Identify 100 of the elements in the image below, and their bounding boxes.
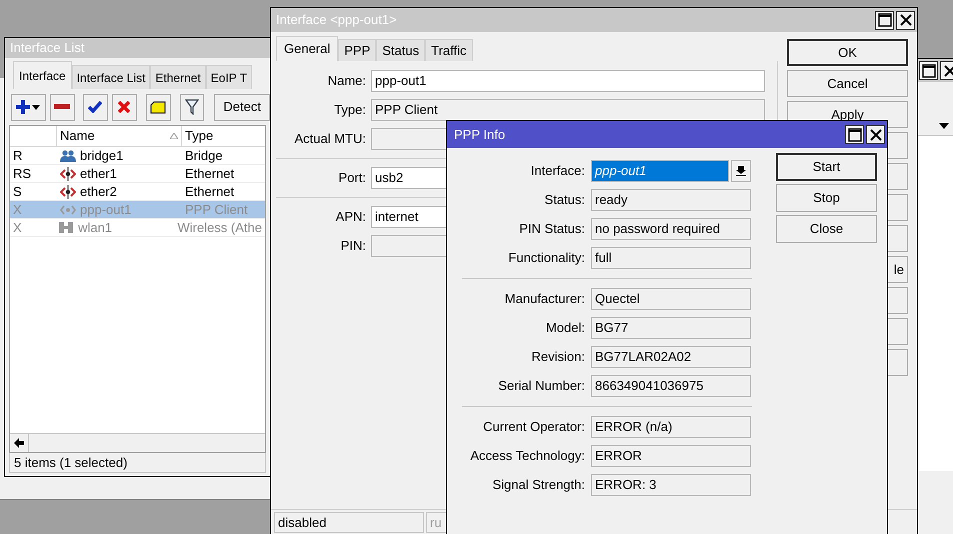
tab[interactable]: Interface [13, 61, 72, 89]
column-header[interactable]: Type [185, 126, 214, 146]
input-field: 866349041036975 [591, 375, 751, 397]
add-button[interactable] [11, 94, 46, 120]
field-label: Manufacturer: [504, 290, 585, 308]
status-field: disabled [274, 512, 424, 533]
input-field: full [591, 247, 751, 269]
input-field[interactable]: PPP Client [371, 99, 765, 121]
field-label: PIN: [340, 237, 366, 256]
close-icon [898, 12, 914, 28]
caret-icon [939, 122, 949, 128]
tab[interactable]: Status [376, 39, 426, 61]
input-field: ERROR: 3 [591, 474, 751, 496]
arrows-icon [60, 166, 76, 180]
maximize-icon [876, 12, 892, 28]
funnel-icon [184, 99, 199, 115]
tab[interactable]: EoIP T [206, 65, 252, 89]
window-title: PPP Info [454, 126, 506, 144]
enable-button[interactable] [82, 94, 108, 120]
remove-button[interactable] [50, 94, 75, 120]
field-label: PIN Status: [518, 220, 585, 238]
field-label: Actual MTU: [293, 130, 366, 148]
field-label: Current Operator: [482, 418, 585, 436]
input-field: BG77 [591, 317, 751, 339]
table-cell-text: Bridge [184, 146, 224, 165]
maximize-icon [920, 62, 936, 78]
arrows-icon [60, 184, 76, 198]
dialog-button[interactable]: Close [776, 215, 877, 243]
field-label: Signal Strength: [491, 476, 585, 494]
people-icon [60, 150, 76, 162]
maximize-button[interactable] [919, 61, 938, 80]
tab[interactable]: Ethernet [150, 65, 206, 89]
table-row[interactable]: R bridge1 Bridge [10, 147, 265, 165]
status-bar: 5 items (1 selected) [9, 453, 266, 473]
table-cell-text: X [12, 200, 23, 219]
input-field: ready [591, 189, 751, 211]
down-arrow-icon [736, 166, 746, 176]
close-button[interactable] [866, 125, 885, 144]
check-icon [88, 101, 102, 113]
field-label: Type: [333, 101, 366, 120]
plus-icon [16, 100, 30, 114]
arrows-icon [60, 204, 76, 214]
table-cell-text: Ethernet [184, 164, 236, 183]
field-label: Port: [338, 169, 366, 188]
table-cell-text: bridge1 [80, 146, 124, 165]
detect-button[interactable]: Detect [214, 94, 270, 120]
dropdown-field[interactable]: ppp-out1 [591, 160, 729, 182]
field-label: Revision: [530, 348, 585, 366]
table-cell-text: wlan1 [78, 218, 112, 237]
tab[interactable]: PPP [338, 39, 376, 61]
maximize-button[interactable] [845, 125, 864, 144]
close-button[interactable] [896, 10, 915, 30]
table-cell-text: ether1 [80, 164, 117, 183]
disable-button[interactable] [112, 94, 137, 120]
field-label: APN: [334, 208, 366, 226]
left-arrow-icon [14, 438, 24, 448]
dropdown-button[interactable] [731, 160, 751, 182]
comment-button[interactable] [146, 94, 171, 120]
dialog-button[interactable]: Cancel [787, 70, 908, 97]
filter-button[interactable] [180, 94, 204, 120]
input-field: BG77LAR02A02 [591, 346, 751, 368]
tab[interactable]: Interface List [72, 65, 150, 89]
field-label: Functionality: [507, 249, 585, 268]
field-label: Serial Number: [497, 377, 585, 396]
field-label: Interface: [530, 162, 585, 180]
note-icon [150, 100, 166, 114]
column-header[interactable]: Name [60, 126, 95, 146]
table-cell-text: X [12, 218, 23, 237]
dialog-button[interactable]: Start [776, 153, 877, 181]
table-cell-text: RS [12, 164, 32, 183]
caret-icon [32, 104, 40, 110]
table-cell-text: ppp-out1 [80, 200, 132, 219]
field-label: Name: [326, 72, 366, 90]
close-icon [942, 62, 953, 78]
dialog-button[interactable]: Stop [776, 184, 877, 212]
input-field: Quectel [591, 288, 751, 310]
tab[interactable]: Traffic [425, 39, 473, 61]
field-label: Model: [544, 319, 585, 338]
input-field[interactable]: ppp-out1 [371, 70, 765, 92]
table-cell-text: ether2 [80, 182, 117, 201]
scrollbar[interactable] [10, 433, 265, 452]
field-label: Access Technology: [469, 447, 585, 466]
tab[interactable]: General [276, 36, 338, 61]
maximize-icon [846, 126, 862, 142]
minus-icon [54, 104, 70, 110]
cross-icon [118, 101, 130, 113]
table-cell-text: R [12, 146, 24, 165]
table-cell-text: Wireless (Athe [176, 218, 263, 237]
table-cell-text: PPP Client [184, 200, 249, 219]
table-row[interactable]: S ether2 Ethernet [10, 183, 265, 201]
table-cell-text: S [12, 182, 23, 201]
close-icon [868, 126, 884, 142]
table-row[interactable]: RS ether1 Ethernet [10, 165, 265, 183]
input-field: ERROR [591, 445, 751, 467]
sort-icon [170, 133, 178, 139]
input-field: ERROR (n/a) [591, 416, 751, 438]
maximize-button[interactable] [875, 10, 894, 30]
table-cell-text: Ethernet [184, 182, 236, 201]
dialog-button[interactable]: OK [787, 39, 908, 66]
input-field: no password required [591, 218, 751, 240]
